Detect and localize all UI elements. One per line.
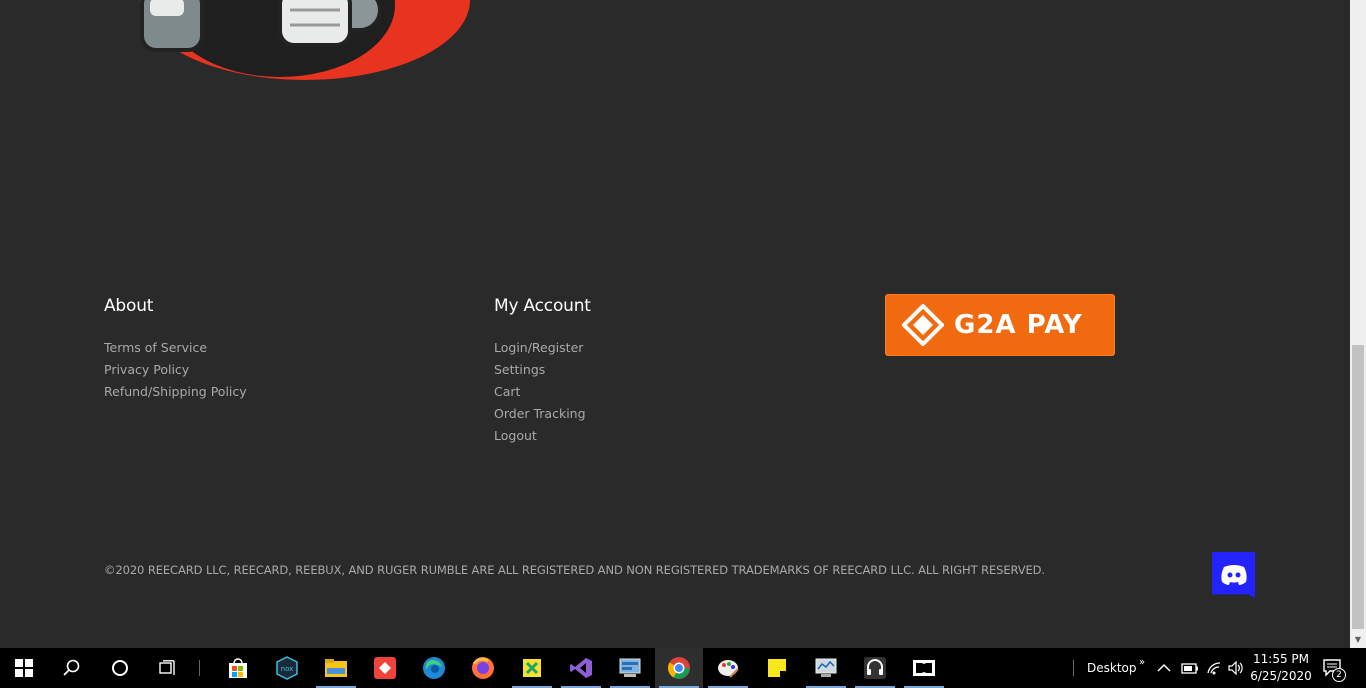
- volume-icon: [1228, 661, 1243, 675]
- windows-logo-icon: [15, 659, 33, 677]
- chevron-up-icon: [1157, 663, 1171, 672]
- clock-date: 6/25/2020: [1250, 669, 1312, 683]
- cortana-button[interactable]: [96, 648, 144, 688]
- search-button[interactable]: [48, 648, 96, 688]
- clock-time: 11:55 PM: [1253, 652, 1309, 666]
- paint-icon: [718, 660, 739, 678]
- control-panel-icon: [619, 658, 641, 677]
- wifi-indicator[interactable]: [1206, 648, 1222, 688]
- store-icon: [229, 658, 247, 678]
- show-hidden-icons[interactable]: [1157, 648, 1171, 688]
- privacy-policy-link[interactable]: Privacy Policy: [104, 359, 247, 381]
- login-register-link[interactable]: Login/Register: [494, 337, 591, 359]
- desktop-label: Desktop: [1087, 661, 1137, 675]
- toolbar-expand-icon[interactable]: »: [1139, 642, 1145, 682]
- headset-icon: [864, 657, 886, 679]
- logout-link[interactable]: Logout: [494, 425, 591, 447]
- control-panel-app[interactable]: [606, 648, 654, 688]
- tray-divider: [1073, 660, 1074, 676]
- monitor-icon: [815, 658, 837, 677]
- notification-count-badge: 2: [1332, 668, 1346, 682]
- nox-icon: nox: [276, 656, 298, 680]
- sticky-notes-app[interactable]: [753, 648, 801, 688]
- scroll-down-arrow[interactable]: ▼: [1350, 632, 1366, 648]
- copyright-text: ©2020 REECARD LLC, REECARD, REEBUX, AND …: [104, 563, 1045, 577]
- web-page: About Terms of Service Privacy Policy Re…: [0, 0, 1350, 648]
- chrome-icon: [668, 657, 690, 679]
- desktop-toolbar[interactable]: Desktop: [1087, 648, 1137, 688]
- wifi-icon: [1207, 662, 1221, 675]
- g2a-pay-label: G2A PAY: [954, 310, 1083, 340]
- cortana-icon: [112, 660, 128, 676]
- sticky-notes-icon: [768, 659, 786, 677]
- task-view-icon: [159, 660, 175, 675]
- settings-link[interactable]: Settings: [494, 359, 591, 381]
- dolby-app[interactable]: [900, 648, 948, 688]
- g2a-pay-badge[interactable]: G2A PAY: [885, 294, 1115, 356]
- dolby-icon: [913, 660, 935, 676]
- firefox-icon: [472, 657, 494, 679]
- firefox-app[interactable]: [459, 648, 507, 688]
- mascot-illustration: [140, 0, 470, 80]
- refund-policy-link[interactable]: Refund/Shipping Policy: [104, 381, 247, 403]
- volume-indicator[interactable]: [1228, 648, 1244, 688]
- nox-app[interactable]: nox: [263, 648, 311, 688]
- windows-taskbar: nox Desktop » 2: [0, 648, 1366, 688]
- action-center-button[interactable]: 2: [1322, 648, 1346, 688]
- network-monitor-app[interactable]: [802, 648, 850, 688]
- battery-icon: [1181, 663, 1198, 674]
- scrollbar-thumb[interactable]: [1352, 345, 1364, 629]
- chrome-app[interactable]: [655, 648, 703, 688]
- about-heading: About: [104, 296, 154, 316]
- footer-my-account: My Account Login/Register Settings Cart …: [494, 296, 591, 447]
- excel-icon: [523, 659, 541, 677]
- svg-text:nox: nox: [281, 665, 294, 673]
- edge-icon: [423, 657, 445, 679]
- headset-app[interactable]: [851, 648, 899, 688]
- start-button[interactable]: [0, 648, 48, 688]
- battery-indicator[interactable]: [1181, 648, 1199, 688]
- taskbar-clock[interactable]: 11:55 PM 6/25/2020: [1246, 651, 1316, 685]
- microsoft-store-app[interactable]: [214, 648, 262, 688]
- visual-studio-app[interactable]: [557, 648, 605, 688]
- task-view-button[interactable]: [144, 648, 192, 688]
- terms-of-service-link[interactable]: Terms of Service: [104, 337, 247, 359]
- folder-icon: [325, 659, 347, 677]
- cart-link[interactable]: Cart: [494, 381, 591, 403]
- anydesk-icon: [374, 657, 396, 679]
- paint-app[interactable]: [704, 648, 752, 688]
- g2a-logo-icon: [902, 304, 944, 346]
- discord-icon: [1220, 565, 1247, 585]
- my-account-heading: My Account: [494, 296, 591, 316]
- search-icon: [63, 659, 80, 676]
- excel-app[interactable]: [508, 648, 556, 688]
- order-tracking-link[interactable]: Order Tracking: [494, 403, 591, 425]
- discord-button[interactable]: [1212, 552, 1255, 598]
- file-explorer-app[interactable]: [312, 648, 360, 688]
- visual-studio-icon: [570, 658, 592, 678]
- taskbar-divider: [199, 660, 200, 676]
- edge-app[interactable]: [410, 648, 458, 688]
- anydesk-app[interactable]: [361, 648, 409, 688]
- footer-about: About Terms of Service Privacy Policy Re…: [104, 296, 247, 403]
